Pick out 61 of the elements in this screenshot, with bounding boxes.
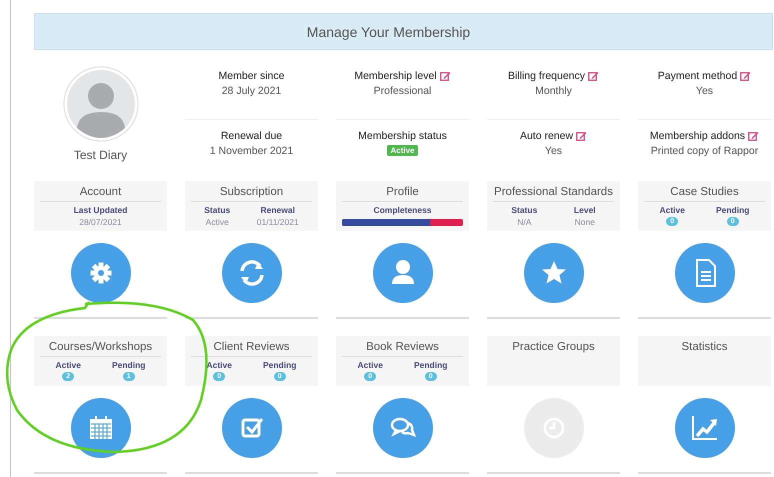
avatar-icon [62,66,138,142]
stat-label: Pending [414,360,448,370]
stat-label: Active [206,360,232,370]
checkbox-icon[interactable] [222,398,282,458]
card-title: Profile [342,186,463,202]
detail-value: 1 November 2021 [210,145,294,157]
card-title: Client Reviews [191,341,312,357]
stat-value: Active [206,217,229,227]
stat-label: Active [55,360,81,370]
stat-label: Level [574,205,596,215]
detail-value: Yes [696,85,714,97]
calendar-icon[interactable] [70,398,130,458]
stat-value: 28/07/2021 [79,217,122,227]
user-icon[interactable] [372,243,432,303]
stat-label: Active [357,360,383,370]
edit-icon[interactable] [740,71,752,81]
card-title: Subscription [191,186,312,202]
detail-label: Member since [218,70,284,82]
card-title: Book Reviews [342,341,463,357]
document-icon[interactable] [674,243,734,303]
detail-label: Auto renew [520,130,574,142]
profile-name: Test Diary [74,148,128,162]
detail-label: Renewal due [220,130,282,142]
page-title: Manage Your Membership [306,24,470,40]
card-title: Statistics [680,341,728,355]
stat-label: Last Updated [74,205,128,215]
detail-label: Billing frequency [508,70,586,82]
detail-value: Printed copy of Rappor [650,145,758,157]
card-title: Practice Groups [511,341,596,355]
card-title: Courses/Workshops [40,341,161,357]
detail-label: Payment method [658,70,738,82]
stat-label: Pending [112,360,146,370]
detail-value: Monthly [535,85,572,97]
detail-label: Membership status [358,130,447,142]
edit-icon[interactable] [748,131,760,141]
stat-value: N/A [517,217,532,227]
chat-icon[interactable] [372,398,432,458]
detail-label: Membership addons [650,130,746,142]
stat-label: Status [511,205,538,215]
card-title: Account [40,186,161,202]
edit-icon[interactable] [576,131,588,141]
stat-label: Renewal [260,205,295,215]
stat-label: Pending [716,205,750,215]
stat-value: None [574,217,595,227]
stat-label: Status [204,205,230,215]
stat-label: Active [659,205,685,215]
gear-icon[interactable] [70,243,130,303]
detail-label: Membership level [354,70,437,82]
stat-value: 01/11/2021 [256,217,299,227]
chart-icon[interactable] [674,398,734,458]
refresh-icon[interactable] [222,243,282,303]
card-title: Professional Standards [493,186,614,202]
detail-value: 28 July 2021 [222,85,282,97]
status-badge: Active [387,145,418,156]
progress-label: Completeness [373,205,432,215]
detail-value: Professional [374,85,432,97]
detail-value: Yes [544,145,562,157]
stat-label: Pending [262,360,296,370]
edit-icon[interactable] [588,71,600,81]
edit-icon[interactable] [440,71,451,81]
card-title: Case Studies [644,186,765,202]
